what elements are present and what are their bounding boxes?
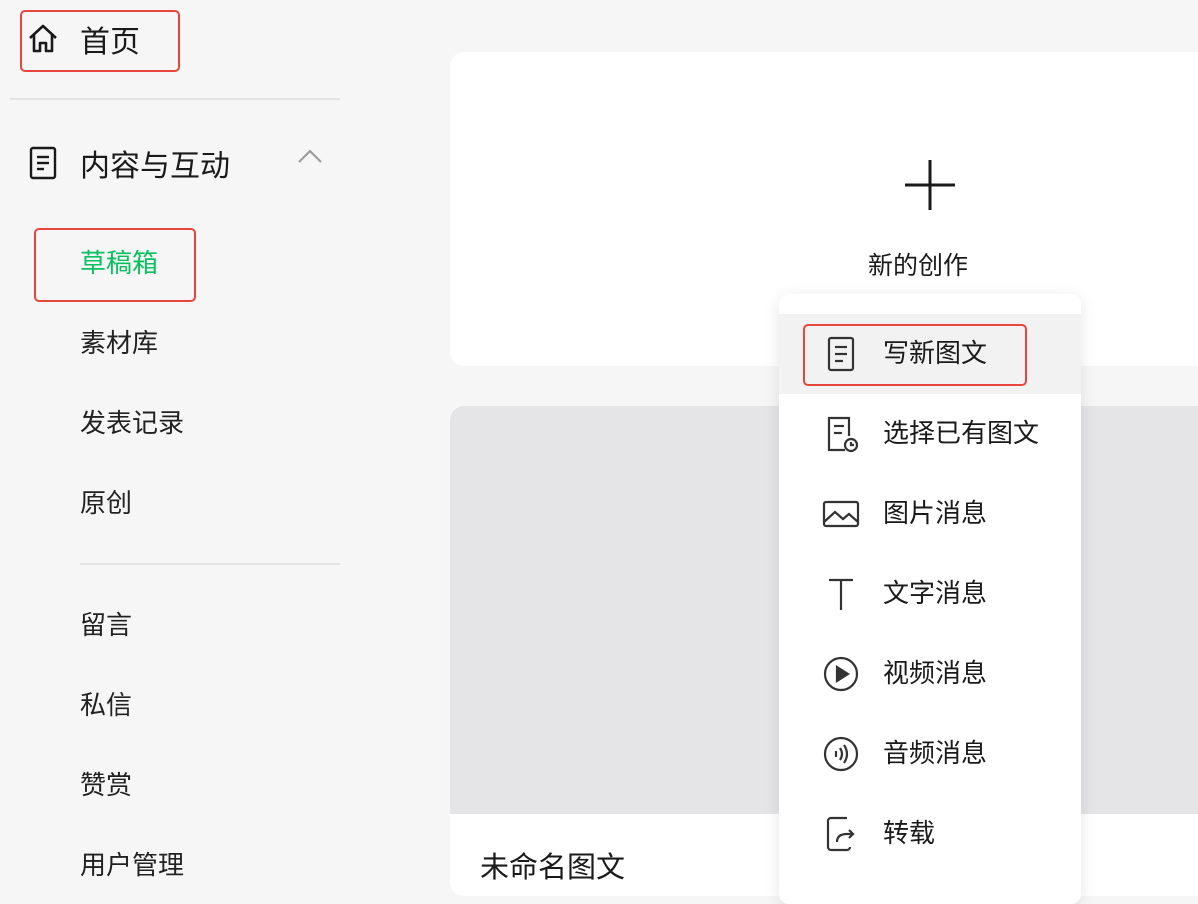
sidebar-item-original[interactable]: 原创 <box>80 484 132 524</box>
menu-item-label: 图片消息 <box>883 499 988 529</box>
menu-item-repost[interactable]: 转载 <box>779 794 1081 874</box>
play-circle-icon <box>823 656 859 692</box>
menu-item-label: 视频消息 <box>883 659 988 689</box>
share-doc-icon <box>826 816 855 852</box>
new-creation-label[interactable]: 新的创作 <box>868 246 968 282</box>
doc-clock-icon <box>827 416 859 453</box>
sidebar-item-library[interactable]: 素材库 <box>80 324 158 364</box>
menu-item-label: 选择已有图文 <box>883 419 1040 449</box>
sidebar-divider <box>80 563 340 565</box>
text-icon <box>829 578 853 610</box>
menu-item-new-article[interactable]: 写新图文 <box>779 314 1081 394</box>
chevron-up-icon[interactable] <box>296 146 324 166</box>
new-creation-menu: 写新图文 选择已有图文 图片消息 文字消息 视频消息 音频消息 转载 <box>779 294 1081 904</box>
nav-home[interactable]: 首页 <box>26 14 140 64</box>
menu-item-text-message[interactable]: 文字消息 <box>779 554 1081 634</box>
sidebar-item-messages[interactable]: 私信 <box>80 686 132 726</box>
sidebar-item-comments[interactable]: 留言 <box>80 606 132 646</box>
menu-item-video-message[interactable]: 视频消息 <box>779 634 1081 714</box>
sidebar: 首页 内容与互动 草稿箱 素材库 发表记录 原创 留言 私信 赞赏 用户管理 <box>0 0 420 892</box>
sidebar-item-drafts[interactable]: 草稿箱 <box>80 244 158 284</box>
sidebar-item-user-management[interactable]: 用户管理 <box>80 846 184 886</box>
menu-item-label: 音频消息 <box>883 739 988 769</box>
menu-item-image-message[interactable]: 图片消息 <box>779 474 1081 554</box>
draft-title: 未命名图文 <box>480 850 626 884</box>
nav-home-label: 首页 <box>80 25 140 60</box>
document-icon <box>29 146 57 180</box>
home-icon <box>29 24 57 53</box>
menu-item-label: 写新图文 <box>883 339 988 369</box>
menu-item-label: 文字消息 <box>883 579 988 609</box>
section-label: 内容与互动 <box>80 149 230 184</box>
menu-item-label: 转载 <box>883 819 936 849</box>
doc-icon <box>827 336 855 372</box>
section-content-interaction[interactable]: 内容与互动 <box>28 138 328 188</box>
sidebar-divider <box>10 98 340 100</box>
sidebar-item-publish-records[interactable]: 发表记录 <box>80 404 184 444</box>
sidebar-item-appreciation[interactable]: 赞赏 <box>80 766 132 806</box>
menu-item-audio-message[interactable]: 音频消息 <box>779 714 1081 794</box>
menu-item-select-existing[interactable]: 选择已有图文 <box>779 394 1081 474</box>
audio-icon <box>823 736 859 772</box>
plus-icon[interactable] <box>903 158 957 212</box>
image-icon <box>822 500 860 528</box>
